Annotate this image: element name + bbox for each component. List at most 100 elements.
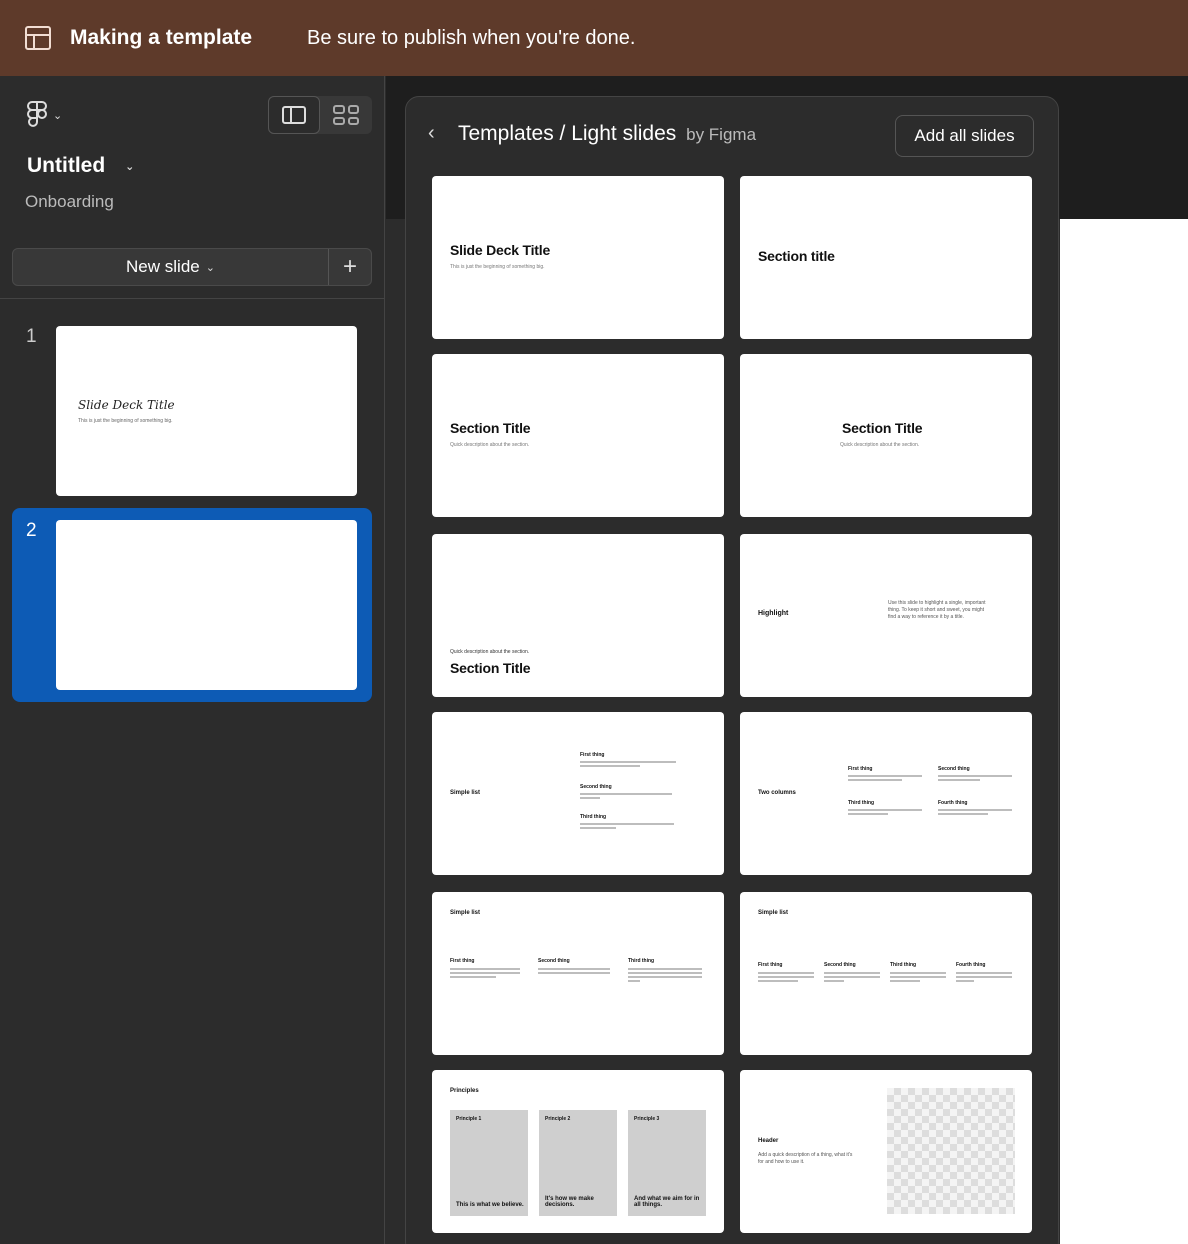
template-title: Simple list: [450, 910, 481, 916]
add-slide-button[interactable]: +: [329, 249, 371, 285]
list-item-label: Third thing: [628, 958, 655, 964]
new-slide-label: New slide: [126, 257, 200, 276]
template-subtitle: Quick description about the section.: [450, 649, 530, 655]
text-placeholder: [848, 775, 922, 777]
document-title[interactable]: Untitled ⌄: [27, 154, 134, 178]
panel-title: Templates / Light slides by Figma: [458, 122, 756, 146]
thumb-subtitle: This is just the beginning of something …: [78, 418, 173, 424]
slide-list-item[interactable]: 1 Slide Deck Title This is just the begi…: [12, 314, 372, 508]
grid-view-icon: [333, 105, 359, 125]
text-placeholder: [824, 972, 880, 974]
text-placeholder: [824, 980, 844, 982]
list-item-label: Third thing: [580, 814, 607, 820]
banner-title: Making a template: [70, 26, 253, 49]
layout-icon: [25, 26, 51, 50]
add-all-slides-button[interactable]: Add all slides: [895, 115, 1034, 157]
template-card[interactable]: Simple list First thing Second thing Thi…: [740, 892, 1032, 1055]
principle-text: This is what we believe.: [456, 1202, 524, 1208]
list-item-label: First thing: [758, 962, 783, 968]
text-placeholder: [580, 761, 676, 763]
main-menu-button[interactable]: ⌄: [27, 100, 75, 130]
principle-text: And what we aim for in all things.: [634, 1196, 700, 1208]
template-subtitle: Quick description about the section.: [450, 442, 530, 448]
text-placeholder: [938, 809, 1012, 811]
single-view-button[interactable]: [268, 96, 320, 134]
new-slide-button[interactable]: New slide ⌄: [13, 249, 329, 285]
canvas-slide[interactable]: [1060, 219, 1188, 1244]
text-placeholder: [758, 980, 798, 982]
thumb-title: Slide Deck Title: [78, 398, 175, 412]
list-item-label: Fourth thing: [956, 962, 986, 968]
text-placeholder: [538, 968, 610, 970]
chevron-down-icon: ⌄: [125, 160, 135, 173]
template-title: Simple list: [758, 910, 789, 916]
text-placeholder: [628, 972, 702, 974]
text-placeholder: [758, 976, 814, 978]
principle-text: It's how we make decisions.: [545, 1196, 594, 1208]
template-card[interactable]: Section Title Quick description about th…: [432, 354, 724, 517]
text-placeholder: [580, 797, 600, 799]
template-title: Principles: [450, 1088, 479, 1094]
text-placeholder: [848, 779, 902, 781]
banner-message: Be sure to publish when you're done.: [307, 27, 636, 49]
chevron-down-icon: ⌄: [205, 261, 215, 274]
view-toggle: [268, 96, 372, 134]
template-card[interactable]: Header Add a quick description of a thin…: [740, 1070, 1032, 1233]
slide-thumbnail: Slide Deck Title This is just the beginn…: [56, 326, 357, 496]
template-title: Highlight: [758, 610, 789, 617]
document-title-text: Untitled: [27, 154, 106, 177]
template-title: Simple list: [450, 790, 481, 796]
template-title: Section Title: [450, 420, 531, 436]
figma-logo-icon: [27, 101, 47, 127]
sidebar-view-icon: [282, 106, 306, 124]
list-item-label: Second thing: [580, 784, 612, 790]
text-placeholder: [580, 827, 616, 829]
panel-title-text: Templates / Light slides: [458, 122, 677, 145]
template-card[interactable]: Principles Principle 1 This is what we b…: [432, 1070, 724, 1233]
list-item-label: Fourth thing: [938, 800, 968, 806]
left-sidebar: ⌄ Untitled ⌄ Onboarding New slide ⌄ + 1 …: [0, 76, 385, 1244]
template-title: Slide Deck Title: [450, 242, 551, 258]
principle-card: Principle 3 And what we aim for in all t…: [628, 1110, 706, 1216]
list-item-label: Third thing: [890, 962, 917, 968]
template-title: Section Title: [450, 660, 531, 676]
template-banner: Making a template Be sure to publish whe…: [0, 0, 1188, 76]
text-placeholder: [628, 980, 640, 982]
chevron-down-icon: ⌄: [53, 109, 63, 122]
grid-view-button[interactable]: [320, 96, 372, 134]
new-slide-control: New slide ⌄ +: [12, 248, 372, 286]
document-subtitle: Onboarding: [25, 192, 114, 211]
text-placeholder: [580, 765, 640, 767]
principle-card: Principle 1 This is what we believe.: [450, 1110, 528, 1216]
template-title: Two columns: [758, 790, 796, 796]
template-title: Header: [758, 1138, 779, 1144]
text-placeholder: [938, 775, 1012, 777]
text-placeholder: [580, 793, 672, 795]
slide-list-item-selected[interactable]: 2: [12, 508, 372, 702]
list-item-label: First thing: [450, 958, 475, 964]
template-card[interactable]: Simple list First thing Second thing Thi…: [432, 712, 724, 875]
text-placeholder: [580, 823, 674, 825]
template-card[interactable]: Slide Deck Title This is just the beginn…: [432, 176, 724, 339]
template-subtitle: Quick description about the section.: [840, 442, 920, 448]
text-placeholder: [890, 972, 946, 974]
list-item-label: Second thing: [938, 766, 970, 772]
template-card[interactable]: Highlight Use this slide to highlight a …: [740, 534, 1032, 697]
template-card[interactable]: Section title: [740, 176, 1032, 339]
text-placeholder: [956, 972, 1012, 974]
text-placeholder: [628, 968, 702, 970]
principle-label: Principle 3: [634, 1116, 660, 1122]
template-card[interactable]: Two columns First thing Second thing Thi…: [740, 712, 1032, 875]
text-placeholder: [956, 976, 1012, 978]
template-card[interactable]: Simple list First thing Second thing Thi…: [432, 892, 724, 1055]
template-card[interactable]: Quick description about the section. Sec…: [432, 534, 724, 697]
text-placeholder: [938, 779, 980, 781]
principle-card: Principle 2 It's how we make decisions.: [539, 1110, 617, 1216]
principle-label: Principle 1: [456, 1116, 482, 1122]
text-placeholder: [450, 972, 520, 974]
template-body: Use this slide to highlight a single, im…: [888, 600, 986, 620]
templates-panel: ‹ Templates / Light slides by Figma Add …: [405, 96, 1059, 1244]
template-card[interactable]: Section Title Quick description about th…: [740, 354, 1032, 517]
text-placeholder: [848, 813, 888, 815]
back-chevron-icon[interactable]: ‹: [428, 122, 435, 145]
